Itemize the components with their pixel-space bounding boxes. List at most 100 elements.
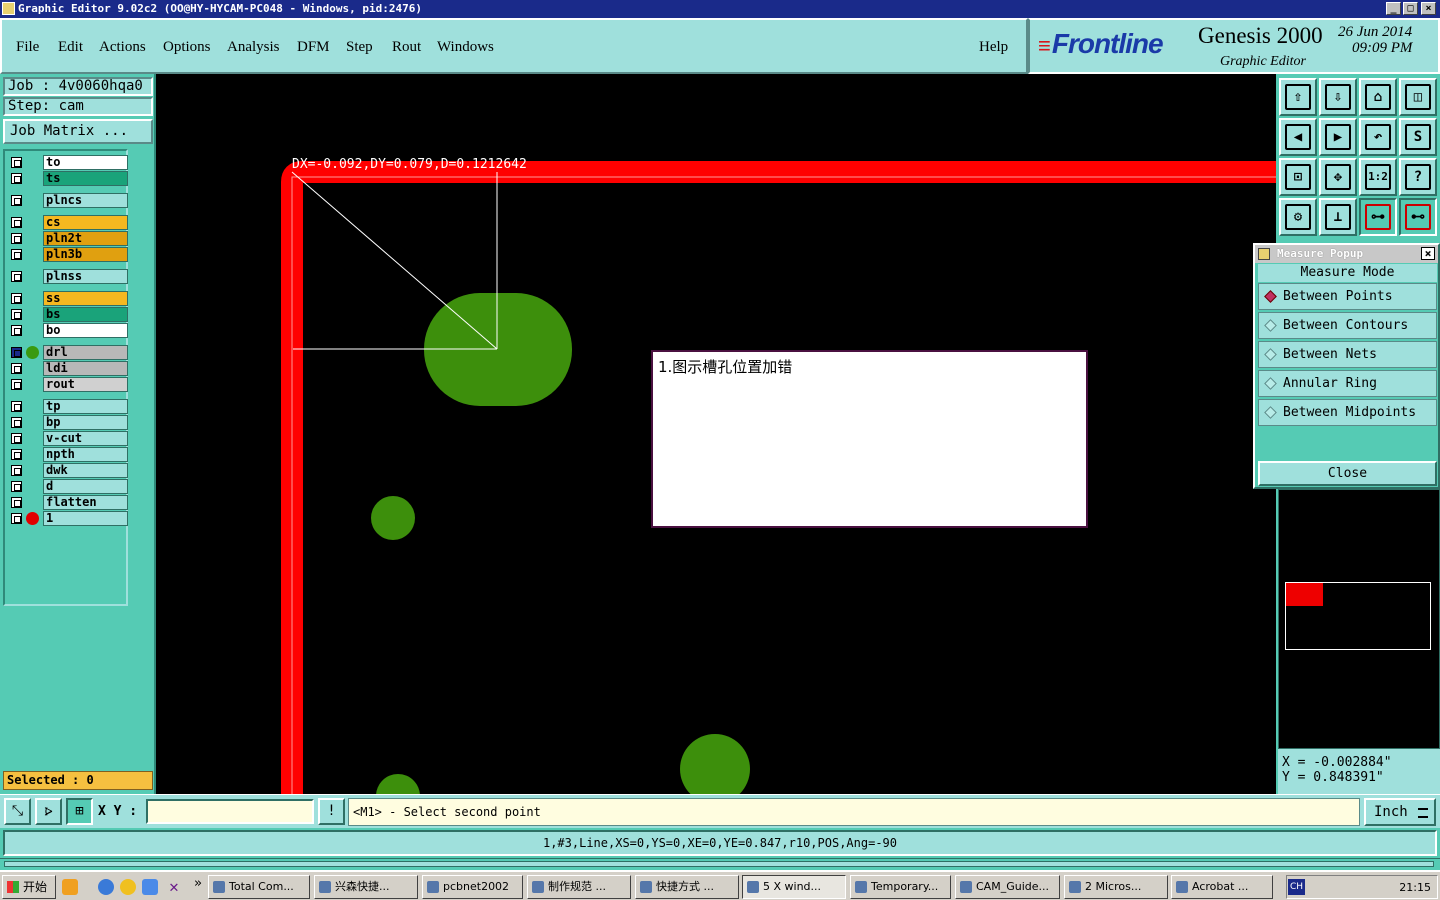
layer-name[interactable]: rout: [43, 377, 128, 392]
layer-name[interactable]: flatten: [43, 495, 128, 510]
taskbar-task[interactable]: 兴森快捷...: [314, 875, 418, 899]
layer-checkbox[interactable]: [11, 465, 22, 476]
measure-mode-icon[interactable]: ⦠: [35, 798, 62, 825]
menu-edit[interactable]: Edit: [58, 39, 83, 56]
layer-name[interactable]: ldi: [43, 361, 128, 376]
layer-checkbox[interactable]: [11, 363, 22, 374]
layer-checkbox[interactable]: [11, 401, 22, 412]
layer-row[interactable]: bs: [9, 307, 128, 322]
layer-row[interactable]: d: [9, 479, 128, 494]
select-mode-icon[interactable]: ⤡: [4, 798, 31, 825]
layer-row[interactable]: 1: [9, 511, 128, 526]
layer-checkbox[interactable]: [11, 433, 22, 444]
layer-name[interactable]: cs: [43, 215, 128, 230]
layer-row[interactable]: ts: [9, 171, 128, 186]
pan-left-button[interactable]: ◀: [1279, 118, 1317, 156]
scrollbar-track[interactable]: [4, 861, 1434, 867]
layer-checkbox[interactable]: [11, 157, 22, 168]
layer-row[interactable]: flatten: [9, 495, 128, 510]
snap-button[interactable]: ⊥: [1319, 198, 1357, 236]
measure-option[interactable]: Between Contours: [1258, 312, 1437, 339]
radio-icon[interactable]: [1264, 377, 1277, 390]
taskbar-task[interactable]: Acrobat ...: [1171, 875, 1273, 899]
graphic-canvas[interactable]: DX=-0.092,DY=0.079,D=0.1212642 1.图示槽孔位置加…: [156, 74, 1276, 794]
start-button[interactable]: 开始: [2, 875, 56, 899]
pan-right-button[interactable]: ▶: [1319, 118, 1357, 156]
radio-selected-icon[interactable]: [1264, 290, 1277, 303]
popup-close-icon[interactable]: ×: [1421, 247, 1435, 260]
xwin-icon[interactable]: ✕: [166, 879, 182, 895]
units-selector[interactable]: Inch: [1364, 798, 1436, 826]
layer-name[interactable]: ts: [43, 171, 128, 186]
layer-name[interactable]: pln3b: [43, 247, 128, 262]
layer-row[interactable]: drl: [9, 345, 128, 360]
net-mode-button[interactable]: ⊷: [1399, 198, 1437, 236]
measure-option[interactable]: Between Points: [1258, 283, 1437, 310]
layer-checkbox[interactable]: [11, 379, 22, 390]
layer-name[interactable]: v-cut: [43, 431, 128, 446]
layer-checkbox[interactable]: [11, 217, 22, 228]
help-button[interactable]: ?: [1399, 158, 1437, 196]
tools-button[interactable]: ⚙: [1279, 198, 1317, 236]
layer-row[interactable]: v-cut: [9, 431, 128, 446]
radio-icon[interactable]: [1264, 406, 1277, 419]
layer-checkbox[interactable]: [11, 481, 22, 492]
quicklaunch-app-icon[interactable]: [62, 879, 78, 895]
menu-step[interactable]: Step: [346, 39, 373, 56]
taskbar-task[interactable]: pcbnet2002: [422, 875, 523, 899]
radio-icon[interactable]: [1264, 319, 1277, 332]
layer-row[interactable]: tp: [9, 399, 128, 414]
quicklaunch-more[interactable]: »: [194, 876, 202, 891]
layer-checkbox[interactable]: [11, 449, 22, 460]
layer-row[interactable]: cs: [9, 215, 128, 230]
layer-checkbox[interactable]: [11, 417, 22, 428]
menu-windows[interactable]: Windows: [437, 39, 494, 56]
menu-analysis[interactable]: Analysis: [227, 39, 280, 56]
layer-name[interactable]: ss: [43, 291, 128, 306]
layer-name[interactable]: 1: [43, 511, 128, 526]
layer-checkbox[interactable]: [11, 513, 22, 524]
taskbar-task[interactable]: 2 Micros...: [1064, 875, 1168, 899]
layer-row[interactable]: plnss: [9, 269, 128, 284]
taskbar-task[interactable]: Total Com...: [208, 875, 310, 899]
layer-name[interactable]: dwk: [43, 463, 128, 478]
layer-row[interactable]: ldi: [9, 361, 128, 376]
maximize-button[interactable]: □: [1403, 2, 1418, 15]
net-highlight-button[interactable]: ⊶: [1359, 198, 1397, 236]
layer-name[interactable]: bs: [43, 307, 128, 322]
grid-snap-icon[interactable]: ⊞: [66, 798, 93, 825]
taskbar-task[interactable]: 5 X wind...: [742, 875, 846, 899]
menu-help[interactable]: Help: [979, 39, 1008, 56]
menu-rout[interactable]: Rout: [392, 39, 421, 56]
split-view-button[interactable]: ◫: [1399, 78, 1437, 116]
fit-button[interactable]: ⊡: [1279, 158, 1317, 196]
measure-option[interactable]: Between Midpoints: [1258, 399, 1437, 426]
layer-checkbox[interactable]: [11, 293, 22, 304]
xy-input[interactable]: [146, 799, 314, 824]
layer-name[interactable]: plncs: [43, 193, 128, 208]
layer-name[interactable]: bp: [43, 415, 128, 430]
layer-checkbox[interactable]: [11, 249, 22, 260]
layer-checkbox[interactable]: [11, 497, 22, 508]
layer-name[interactable]: to: [43, 155, 128, 170]
layer-checkbox[interactable]: [11, 271, 22, 282]
job-matrix-button[interactable]: Job Matrix ...: [3, 119, 153, 144]
layer-name[interactable]: d: [43, 479, 128, 494]
layer-display-dot[interactable]: [26, 346, 39, 359]
menu-file[interactable]: File: [16, 39, 39, 56]
horizontal-scrollbar[interactable]: [0, 858, 1440, 870]
layer-row[interactable]: bo: [9, 323, 128, 338]
layer-checkbox[interactable]: [11, 347, 22, 358]
close-window-button[interactable]: ×: [1421, 2, 1436, 15]
taskbar-task[interactable]: 快捷方式 ...: [635, 875, 739, 899]
layer-row[interactable]: ss: [9, 291, 128, 306]
taskbar-task[interactable]: Temporary...: [850, 875, 951, 899]
layer-name[interactable]: tp: [43, 399, 128, 414]
layer-checkbox[interactable]: [11, 233, 22, 244]
layer-checkbox[interactable]: [11, 325, 22, 336]
home-button[interactable]: ⌂: [1359, 78, 1397, 116]
layer-row[interactable]: pln3b: [9, 247, 128, 262]
taskbar-task[interactable]: 制作规范 ...: [527, 875, 631, 899]
menu-options[interactable]: Options: [163, 39, 211, 56]
ie-browser-icon[interactable]: [98, 879, 114, 895]
